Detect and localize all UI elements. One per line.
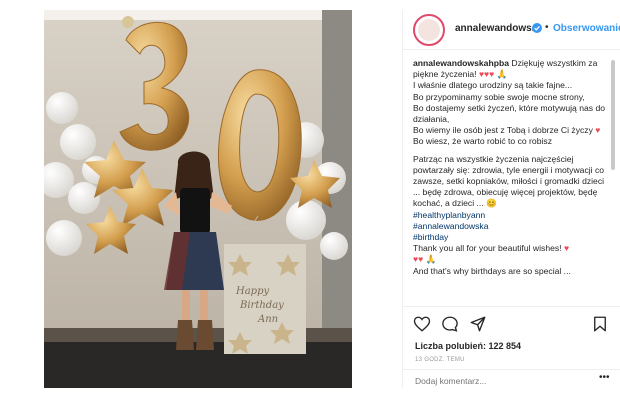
heart-emoji-icon: ♥♥	[413, 254, 424, 265]
smile-emoji-icon: 😊	[486, 198, 497, 209]
card-text-line-3: Ann	[258, 314, 279, 325]
caption-text: And that's why birthdays are so special …	[413, 265, 571, 276]
hashtag-link[interactable]: #healthyplanbyann	[413, 210, 485, 220]
instagram-post-modal: Happy Birthday Ann annalewandows... • Ob…	[0, 0, 620, 398]
pray-emoji-icon: 🙏	[425, 254, 437, 265]
scrollbar-thumb[interactable]	[611, 60, 615, 170]
hashtag-link[interactable]: #annalewandowska	[413, 221, 489, 231]
follow-button[interactable]: Obserwowanie	[553, 23, 620, 34]
post-photo[interactable]: Happy Birthday Ann	[44, 10, 352, 388]
heart-emoji-icon: ♥	[563, 243, 570, 254]
caption-text: Bo dostajemy setki życzeń, które motywuj…	[413, 102, 605, 125]
post-timestamp: 13 GODZ. TEMU	[415, 357, 465, 363]
birthday-card	[224, 244, 306, 354]
caption-text: I właśnie dlatego urodziny są takie fajn…	[413, 80, 573, 91]
account-handle[interactable]: annalewandows...	[455, 23, 540, 34]
caption-paragraph: Patrząc na wszystkie życzenia najczęście…	[413, 154, 605, 277]
caption-text: Bo wiesz, że warto robić to co robisz	[413, 136, 552, 147]
more-options-icon[interactable]: •••	[599, 372, 610, 383]
post-header: annalewandows... • Obserwowanie	[403, 10, 620, 50]
comment-bar: •••	[403, 369, 620, 388]
likes-count[interactable]: Liczba polubień: 122 854	[415, 341, 521, 351]
caption-username[interactable]: annalewandowskahpba	[413, 58, 509, 68]
avatar-image	[418, 19, 440, 41]
birthday-photo-illustration	[44, 10, 352, 388]
separator-dot: •	[545, 22, 549, 33]
caption-text: Bo wiemy ile osób jest z Tobą i dobrze C…	[413, 125, 593, 136]
caption-text: Bo przypominamy sobie swoje mocne strony…	[413, 91, 585, 102]
comment-input[interactable]	[415, 375, 585, 387]
heart-emoji-icon: ♥	[595, 125, 601, 136]
card-text-line-2: Birthday	[240, 300, 284, 311]
post-actions	[403, 306, 620, 334]
caption-paragraph: annalewandowskahpba Dziękuję wszystkim z…	[413, 58, 605, 148]
caption-text: Patrząc na wszystkie życzenia najczęście…	[413, 153, 605, 209]
caption-scrollbar[interactable]	[610, 58, 616, 304]
caption-text: Thank you all for your beautiful wishes!	[413, 243, 562, 254]
post-side-panel: annalewandows... • Obserwowanie annalewa…	[402, 10, 620, 388]
heart-emoji-icon: ♥♥♥	[478, 69, 495, 80]
comment-icon[interactable]	[441, 315, 459, 333]
bookmark-icon[interactable]	[591, 315, 609, 333]
hashtag-link[interactable]: #birthday	[413, 232, 448, 242]
verified-icon	[532, 23, 542, 33]
pray-emoji-icon: 🙏	[496, 69, 508, 80]
share-icon[interactable]	[469, 315, 487, 333]
avatar[interactable]	[413, 14, 445, 46]
heart-icon[interactable]	[413, 315, 431, 333]
post-caption: annalewandowskahpba Dziękuję wszystkim z…	[413, 58, 605, 304]
card-text-line-1: Happy	[236, 286, 270, 297]
